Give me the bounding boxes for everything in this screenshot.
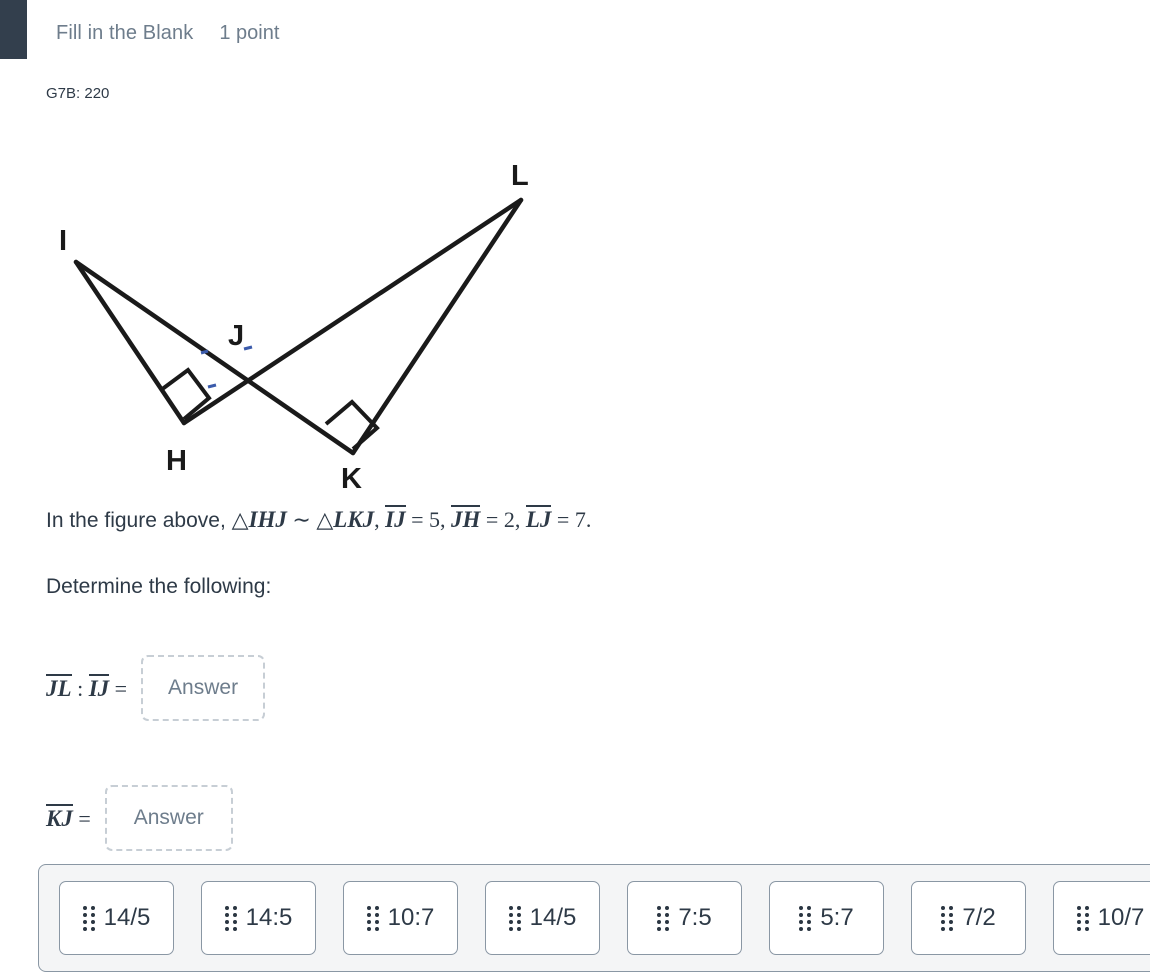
answer-chip[interactable]: 5:7 (769, 881, 884, 955)
determine-instruction: Determine the following: (46, 575, 272, 598)
vertex-label-H: H (166, 445, 187, 477)
answer-row-1-equals: = (109, 676, 128, 701)
answer-chip-label: 7/2 (962, 904, 996, 931)
answer-chip[interactable]: 7/2 (911, 881, 1026, 955)
answer-chip-label: 10/7 (1097, 904, 1145, 931)
equals-1: = (405, 507, 430, 532)
drag-handle-icon[interactable] (82, 905, 95, 931)
answer-chip-label: 7:5 (678, 904, 712, 931)
segment-KL (350, 197, 524, 456)
question-points-label: 1 point (219, 22, 280, 44)
given-segment-2: JH (451, 505, 481, 532)
figure-statement-prefix: In the figure above, (46, 509, 232, 532)
drag-handle-icon[interactable] (657, 905, 670, 931)
answer-row-1-segment-b: IJ (88, 674, 110, 701)
geometry-figure-svg: I J H K L (59, 160, 529, 495)
drag-handle-icon[interactable] (941, 905, 954, 931)
triangle-1-vertices: IHJ (248, 507, 287, 532)
answer-chip[interactable]: 14:5 (201, 881, 316, 955)
answer-dropzone-1[interactable]: Answer (141, 655, 266, 721)
question-header: Fill in the Blank 1 point (56, 22, 279, 45)
answer-chip[interactable]: 14/5 (59, 881, 174, 955)
drag-handle-icon[interactable] (799, 905, 812, 931)
segment-HL (181, 197, 524, 426)
vertex-label-J: J (228, 320, 244, 352)
answer-row-length: KJ = Answer (46, 785, 233, 851)
figure-statement: In the figure above, △IHJ ∼ △LKJ, IJ = 5… (46, 505, 591, 533)
answer-chip[interactable]: 7:5 (627, 881, 742, 955)
given-value-1: 5 (429, 507, 441, 532)
answer-chip[interactable]: 14/5 (485, 881, 600, 955)
geometry-figure: I J H K L (26, 140, 626, 495)
segment-IH (73, 259, 187, 426)
answer-dropzone-2-placeholder: Answer (133, 806, 204, 829)
answer-row-ratio: JL : IJ = Answer (46, 655, 266, 721)
given-segment-1: IJ (385, 505, 406, 532)
drag-handle-icon[interactable] (1076, 905, 1089, 931)
drag-handle-icon[interactable] (508, 905, 521, 931)
answer-row-2-label: KJ = (46, 804, 91, 832)
answer-dropzone-1-placeholder: Answer (168, 676, 239, 699)
comma-1: , (374, 507, 386, 532)
given-value-3: 7 (574, 507, 586, 532)
answer-row-1-segment-a: JL (46, 674, 72, 701)
answer-row-1-colon: : (71, 676, 89, 701)
answer-dropzone-2[interactable]: Answer (104, 785, 233, 851)
comma-3: , (514, 507, 526, 532)
answer-choice-tray[interactable]: 14/5 14:5 10:7 14/5 7:5 5:7 7/2 10/7 (38, 864, 1150, 972)
given-segment-3: LJ (525, 505, 552, 532)
similar-symbol: ∼ (286, 507, 317, 532)
equals-3: = (551, 507, 575, 532)
triangle-symbol-2: △ (316, 507, 334, 532)
triangle-2-vertices: LKJ (333, 507, 375, 532)
drag-handle-icon[interactable] (366, 905, 379, 931)
drag-handle-icon[interactable] (224, 905, 237, 931)
answer-chip-label: 5:7 (820, 904, 854, 931)
answer-chip-label: 10:7 (387, 904, 435, 931)
period: . (585, 507, 592, 532)
question-type-label: Fill in the Blank (56, 22, 194, 44)
given-value-2: 2 (503, 507, 515, 532)
equals-2: = (480, 507, 504, 532)
vertex-label-L: L (511, 160, 529, 192)
answer-chip-label: 14:5 (245, 904, 293, 931)
question-code: G7B: 220 (46, 85, 110, 102)
triangle-symbol-1: △ (231, 507, 249, 532)
answer-row-1-label: JL : IJ = (46, 674, 127, 702)
answer-chip-label: 14/5 (103, 904, 151, 931)
answer-chip-label: 14/5 (529, 904, 577, 931)
comma-2: , (440, 507, 452, 532)
vertex-label-K: K (341, 463, 362, 495)
answer-chip[interactable]: 10:7 (343, 881, 458, 955)
vertex-label-I: I (59, 225, 67, 257)
answer-row-2-equals: = (72, 806, 91, 831)
answer-row-2-segment-a: KJ (46, 804, 73, 831)
question-page: Fill in the Blank 1 point G7B: 220 I J H… (0, 0, 1150, 972)
answer-chip[interactable]: 10/7 (1053, 881, 1150, 955)
segment-IK (73, 259, 356, 456)
accent-block (0, 0, 27, 59)
